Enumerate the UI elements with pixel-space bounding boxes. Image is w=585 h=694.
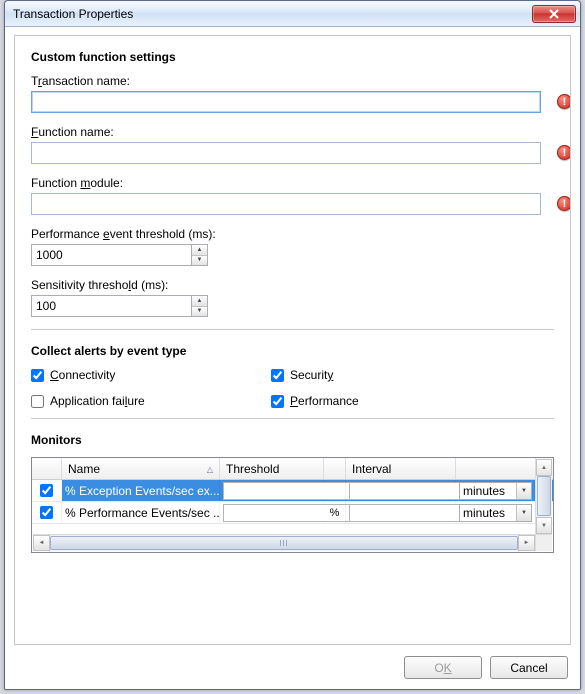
monitors-hscrollbar[interactable]: ◄ ► (33, 534, 535, 551)
row-interval-unit-select[interactable]: minutes▼ (459, 504, 532, 522)
scroll-thumb[interactable] (537, 476, 551, 516)
button-bar: OK Cancel (404, 656, 568, 679)
cancel-button[interactable]: Cancel (490, 656, 568, 679)
perf-threshold-label: Performance event threshold (ms): (31, 227, 554, 241)
scroll-corner (535, 534, 552, 551)
row-interval-unit-select[interactable]: minutes▼ (459, 482, 532, 500)
table-row[interactable]: % Exception Events/sec ex... ▲▼ % ▲▼ min… (32, 480, 553, 502)
row-check[interactable] (40, 506, 53, 519)
row-unit: % (324, 502, 346, 523)
error-icon: ! (557, 94, 571, 109)
sort-asc-icon: △ (207, 465, 213, 474)
chevron-down-icon: ▼ (516, 505, 531, 521)
dialog-window: Transaction Properties Custom function s… (4, 0, 581, 690)
scroll-track[interactable] (536, 476, 552, 517)
col-threshold[interactable]: Threshold (220, 458, 324, 479)
title-bar[interactable]: Transaction Properties (5, 1, 580, 27)
row-unit: % (324, 480, 346, 501)
scroll-right-icon[interactable]: ► (518, 535, 535, 551)
error-icon: ! (557, 145, 571, 160)
close-icon (549, 9, 559, 19)
chevron-down-icon: ▼ (516, 483, 531, 499)
performance-check[interactable] (271, 395, 284, 408)
col-interval-unit[interactable] (456, 458, 536, 479)
error-icon: ! (557, 196, 571, 211)
col-check[interactable] (32, 458, 62, 479)
security-check[interactable] (271, 369, 284, 382)
col-unit[interactable] (324, 458, 346, 479)
connectivity-checkbox[interactable]: Connectivity (31, 368, 271, 382)
function-module-input[interactable] (31, 193, 541, 215)
section-custom-head: Custom function settings (31, 50, 554, 64)
row-check[interactable] (40, 484, 53, 497)
section-collect-head: Collect alerts by event type (31, 344, 554, 358)
connectivity-check[interactable] (31, 369, 44, 382)
dialog-content: Custom function settings Transaction nam… (14, 35, 571, 645)
perf-threshold-input[interactable] (31, 244, 191, 266)
divider (31, 329, 554, 330)
appfail-checkbox[interactable]: Application failure (31, 394, 271, 408)
ok-button[interactable]: OK (404, 656, 482, 679)
divider (31, 418, 554, 419)
appfail-check[interactable] (31, 395, 44, 408)
scroll-track[interactable] (50, 535, 518, 551)
window-title: Transaction Properties (13, 7, 532, 21)
table-row[interactable]: % Performance Events/sec ... ▲▼ % ▲▼ min… (32, 502, 553, 524)
row-name: % Performance Events/sec ... (62, 502, 220, 523)
chevron-up-icon[interactable]: ▲ (192, 245, 207, 255)
chevron-up-icon[interactable]: ▲ (192, 296, 207, 306)
col-name[interactable]: Name△ (62, 458, 220, 479)
monitors-header: Name△ Threshold Interval (32, 458, 553, 480)
perf-threshold-spinner[interactable]: ▲▼ (191, 244, 208, 266)
function-name-label: Function name: (31, 125, 554, 139)
scroll-up-icon[interactable]: ▲ (536, 459, 552, 476)
chevron-down-icon[interactable]: ▼ (192, 255, 207, 266)
chevron-down-icon[interactable]: ▼ (192, 306, 207, 317)
scroll-down-icon[interactable]: ▼ (536, 517, 552, 534)
function-module-label: Function module: (31, 176, 554, 190)
monitors-grid: Name△ Threshold Interval % Exception Eve… (31, 457, 554, 553)
row-name: % Exception Events/sec ex... (62, 480, 220, 501)
security-checkbox[interactable]: Security (271, 368, 511, 382)
sensitivity-input[interactable] (31, 295, 191, 317)
sensitivity-spinner[interactable]: ▲▼ (191, 295, 208, 317)
scroll-left-icon[interactable]: ◄ (33, 535, 50, 551)
performance-checkbox[interactable]: Performance (271, 394, 511, 408)
transaction-name-input[interactable] (31, 91, 541, 113)
col-interval[interactable]: Interval (346, 458, 456, 479)
monitors-vscrollbar[interactable]: ▲ ▼ (535, 459, 552, 534)
close-button[interactable] (532, 5, 576, 23)
transaction-name-label: Transaction name: (31, 74, 554, 88)
function-name-input[interactable] (31, 142, 541, 164)
scroll-thumb[interactable] (50, 536, 518, 550)
sensitivity-label: Sensitivity threshold (ms): (31, 278, 554, 292)
section-monitors-head: Monitors (31, 433, 554, 447)
